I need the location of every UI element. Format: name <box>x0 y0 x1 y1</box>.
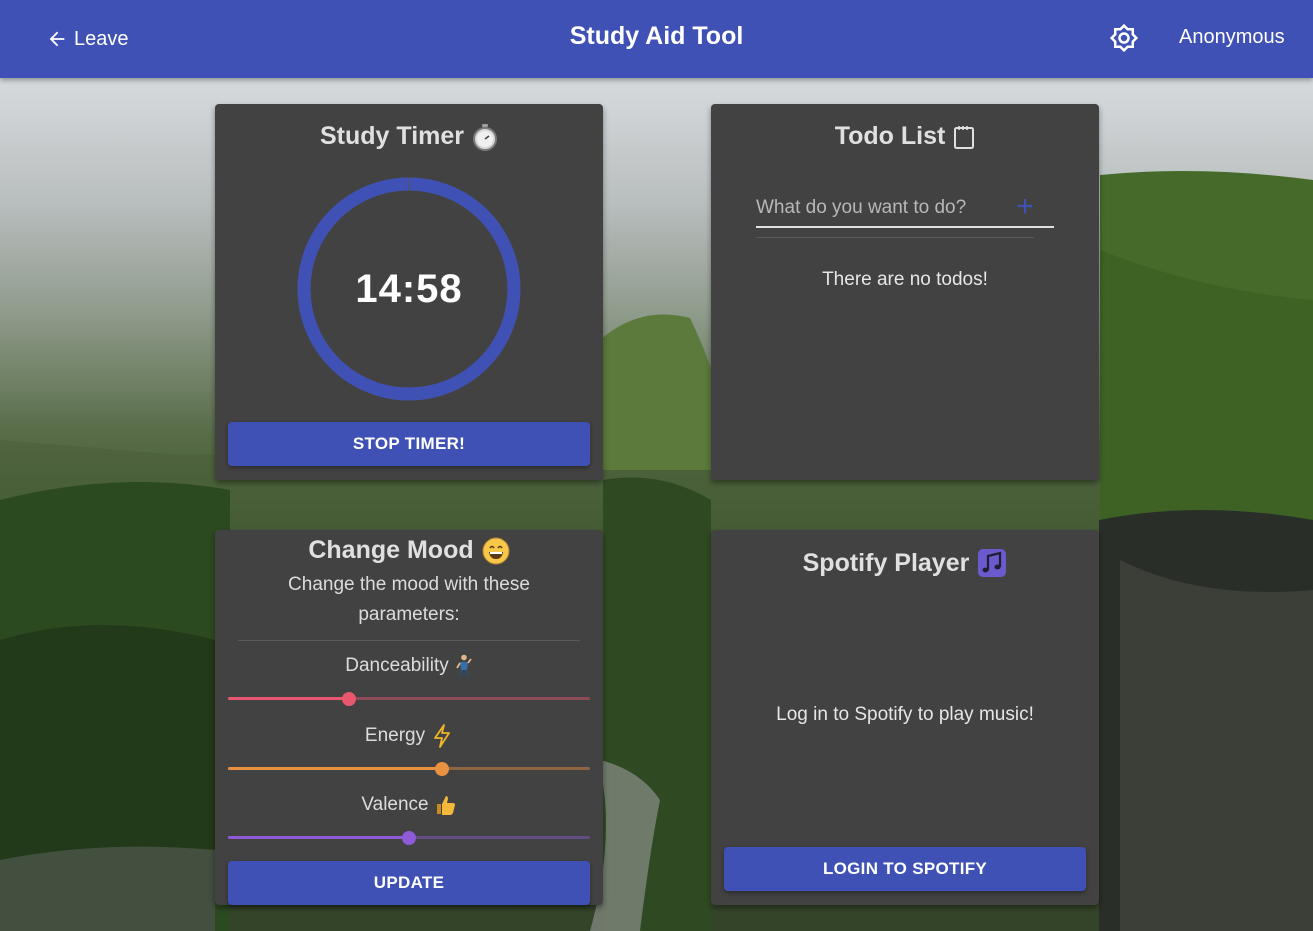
user-name[interactable]: Anonymous <box>1179 26 1285 49</box>
notepad-icon <box>954 125 975 149</box>
energy-label: Energy <box>215 724 603 748</box>
todo-input-field: + <box>756 188 1054 228</box>
plus-icon[interactable]: + <box>1011 192 1039 222</box>
stop-timer-button[interactable]: STOP TIMER! <box>228 422 590 466</box>
energy-slider[interactable] <box>228 759 590 779</box>
spotify-player-card: Spotify Player Log in to Spotify to play… <box>711 530 1099 905</box>
spotify-login-message: Log in to Spotify to play music! <box>776 704 1034 725</box>
todo-divider <box>756 237 1034 238</box>
spotify-title-text: Spotify Player <box>802 548 970 577</box>
danceability-label: Danceability <box>215 654 603 678</box>
spotify-title: Spotify Player <box>711 548 1099 578</box>
lightning-icon <box>434 724 450 748</box>
danceability-slider-fill <box>228 697 350 700</box>
todo-title: Todo List <box>711 122 1099 151</box>
timer-title: Study Timer <box>215 122 603 151</box>
timer-title-text: Study Timer <box>319 122 465 150</box>
change-mood-card: Change Mood Change the mood with these p… <box>215 530 603 905</box>
danceability-slider[interactable] <box>228 689 590 709</box>
energy-slider-fill <box>228 767 442 770</box>
todo-empty-message: There are no todos! <box>822 269 988 290</box>
valence-slider-thumb[interactable] <box>402 831 416 845</box>
app-bar: Leave Study Aid Tool Anonymous <box>0 0 1313 78</box>
danceability-label-text: Danceability <box>345 655 449 676</box>
update-button[interactable]: UPDATE <box>228 861 590 905</box>
todo-title-text: Todo List <box>834 122 946 150</box>
study-timer-card: Study Timer 14:58 STOP TIMER! <box>215 104 603 480</box>
music-notes-icon <box>978 549 1007 577</box>
valence-slider[interactable] <box>228 828 590 848</box>
timer-display: 14:58 <box>355 266 463 311</box>
login-to-spotify-button[interactable]: LOGIN TO SPOTIFY <box>724 847 1086 891</box>
todo-input[interactable] <box>756 194 1006 222</box>
valence-label: Valence <box>215 794 603 816</box>
mood-title: Change Mood <box>215 536 603 565</box>
danceability-slider-thumb[interactable] <box>342 692 357 706</box>
thumbs-up-icon <box>436 796 455 815</box>
energy-label-text: Energy <box>364 725 426 746</box>
mood-divider <box>238 640 580 641</box>
brightness-icon <box>1109 23 1139 53</box>
background-landscape <box>0 0 1313 931</box>
theme-toggle-button[interactable] <box>1108 22 1140 54</box>
valence-label-text: Valence <box>361 794 429 815</box>
valence-slider-fill <box>228 836 409 839</box>
dancer-icon <box>455 654 472 678</box>
todo-list-card: Todo List + There are no todos! <box>711 104 1099 480</box>
mood-title-text: Change Mood <box>308 536 474 564</box>
energy-slider-thumb[interactable] <box>434 762 449 776</box>
grinning-face-icon <box>482 537 510 564</box>
stopwatch-icon <box>473 123 498 151</box>
mood-description: Change the mood with these parameters: <box>288 574 530 625</box>
